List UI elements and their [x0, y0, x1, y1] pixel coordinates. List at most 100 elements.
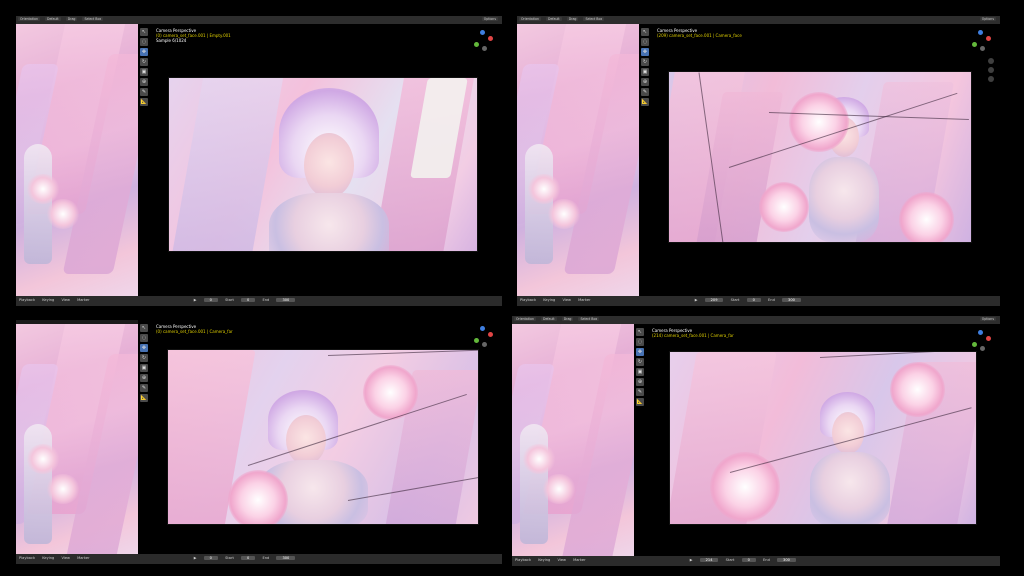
annotate-icon[interactable]: ✎ — [641, 88, 649, 96]
transform-icon[interactable]: ⊕ — [636, 378, 644, 386]
header-bar: Orientation Default Drag Select Box Opti… — [16, 16, 502, 24]
timeline-bar: Playback Keying View Marker ▶ 0 Start 0 … — [16, 554, 502, 564]
hand-icon[interactable] — [988, 67, 994, 73]
view-menu[interactable]: View — [61, 556, 70, 560]
start-field[interactable]: 0 — [746, 298, 761, 302]
options-button[interactable]: Options — [979, 17, 996, 21]
side-viewport[interactable] — [16, 24, 138, 296]
playback-menu[interactable]: Playback — [19, 298, 35, 302]
scale-icon[interactable]: ▣ — [641, 68, 649, 76]
zoom-icon[interactable] — [988, 58, 994, 64]
annotate-icon[interactable]: ✎ — [636, 388, 644, 396]
measure-icon[interactable]: 📐 — [641, 98, 649, 106]
toolbar: ↖ ◌ ✥ ↻ ▣ ⊕ ✎ 📐 — [140, 324, 149, 404]
rotate-icon[interactable]: ↻ — [140, 58, 148, 66]
camera-icon[interactable] — [988, 76, 994, 82]
camera-viewport[interactable]: ↖ ◌ ✥ ↻ ▣ ⊕ ✎ 📐 Camera Perspective (209)… — [639, 24, 1000, 296]
move-icon[interactable]: ✥ — [641, 48, 649, 56]
camera-render — [169, 78, 477, 251]
rotate-icon[interactable]: ↻ — [636, 358, 644, 366]
orientation-label: Orientation — [514, 317, 536, 321]
select-box-dropdown[interactable]: Select Box — [82, 17, 104, 21]
start-field[interactable]: 0 — [741, 558, 756, 562]
scale-icon[interactable]: ▣ — [636, 368, 644, 376]
current-frame-field[interactable]: 0 — [203, 298, 218, 302]
move-icon[interactable]: ✥ — [140, 48, 148, 56]
camera-viewport[interactable]: ↖ ◌ ✥ ↻ ▣ ⊕ ✎ 📐 Camera Perspective (214)… — [634, 324, 1000, 556]
end-field[interactable]: 300 — [782, 298, 801, 302]
select-icon[interactable]: ◌ — [140, 334, 148, 342]
right-toolbar — [988, 58, 996, 85]
select-icon[interactable]: ◌ — [140, 38, 148, 46]
blender-window-1: Orientation Default Drag Select Box Opti… — [16, 16, 502, 306]
play-icon[interactable]: ▶ — [194, 298, 197, 302]
keying-menu[interactable]: Keying — [42, 298, 54, 302]
navigation-gizmo[interactable] — [970, 330, 992, 352]
start-field[interactable]: 0 — [241, 298, 256, 302]
keying-menu[interactable]: Keying — [543, 298, 555, 302]
marker-menu[interactable]: Marker — [578, 298, 590, 302]
keying-menu[interactable]: Keying — [42, 556, 54, 560]
orientation-label: Orientation — [519, 17, 541, 21]
current-frame-field[interactable]: 209 — [704, 298, 724, 302]
keying-menu[interactable]: Keying — [538, 558, 550, 562]
end-field[interactable]: 300 — [276, 298, 296, 302]
transform-icon[interactable]: ⊕ — [140, 374, 148, 382]
play-icon[interactable]: ▶ — [194, 556, 197, 560]
scale-icon[interactable]: ▣ — [140, 68, 148, 76]
cursor-icon[interactable]: ↖ — [140, 324, 148, 332]
start-field[interactable]: 0 — [241, 556, 256, 560]
scale-icon[interactable]: ▣ — [140, 364, 148, 372]
end-field[interactable]: 300 — [777, 558, 796, 562]
end-field[interactable]: 300 — [276, 556, 296, 560]
options-button[interactable]: Options — [481, 17, 498, 21]
measure-icon[interactable]: 📐 — [636, 398, 644, 406]
marker-menu[interactable]: Marker — [573, 558, 585, 562]
play-icon[interactable]: ▶ — [695, 298, 698, 302]
side-viewport[interactable] — [16, 324, 138, 554]
transform-icon[interactable]: ⊕ — [641, 78, 649, 86]
transform-icon[interactable]: ⊕ — [140, 78, 148, 86]
orientation-dropdown[interactable]: Default — [546, 17, 562, 21]
playback-menu[interactable]: Playback — [19, 556, 35, 560]
cursor-icon[interactable]: ↖ — [140, 28, 148, 36]
measure-icon[interactable]: 📐 — [140, 394, 148, 402]
orientation-dropdown[interactable]: Default — [45, 17, 61, 21]
playback-menu[interactable]: Playback — [515, 558, 531, 562]
marker-menu[interactable]: Marker — [77, 556, 89, 560]
cursor-icon[interactable]: ↖ — [636, 328, 644, 336]
view-menu[interactable]: View — [557, 558, 566, 562]
camera-render — [168, 350, 478, 524]
select-box-dropdown[interactable]: Select Box — [578, 317, 600, 321]
annotate-icon[interactable]: ✎ — [140, 88, 148, 96]
select-icon[interactable]: ◌ — [641, 38, 649, 46]
view-menu[interactable]: View — [562, 298, 571, 302]
current-frame-field[interactable]: 0 — [203, 556, 218, 560]
move-icon[interactable]: ✥ — [636, 348, 644, 356]
current-frame-field[interactable]: 214 — [699, 558, 719, 562]
playback-menu[interactable]: Playback — [520, 298, 536, 302]
camera-viewport[interactable]: ↖ ◌ ✥ ↻ ▣ ⊕ ✎ 📐 Camera Perspective (0) c… — [138, 24, 502, 296]
options-button[interactable]: Options — [979, 317, 996, 321]
end-label: End — [262, 556, 270, 560]
rotate-icon[interactable]: ↻ — [140, 354, 148, 362]
navigation-gizmo[interactable] — [472, 326, 494, 348]
move-icon[interactable]: ✥ — [140, 344, 148, 352]
cursor-icon[interactable]: ↖ — [641, 28, 649, 36]
side-viewport[interactable] — [517, 24, 639, 296]
rotate-icon[interactable]: ↻ — [641, 58, 649, 66]
navigation-gizmo[interactable] — [970, 30, 992, 52]
play-icon[interactable]: ▶ — [690, 558, 693, 562]
select-box-dropdown[interactable]: Select Box — [583, 17, 605, 21]
camera-viewport[interactable]: ↖ ◌ ✥ ↻ ▣ ⊕ ✎ 📐 Camera Perspective (0) c… — [138, 320, 502, 554]
select-icon[interactable]: ◌ — [636, 338, 644, 346]
view-subtitle: (214) camera_set_face.001 | Camera_far — [652, 333, 734, 338]
annotate-icon[interactable]: ✎ — [140, 384, 148, 392]
toolbar: ↖ ◌ ✥ ↻ ▣ ⊕ ✎ 📐 — [641, 28, 650, 108]
marker-menu[interactable]: Marker — [77, 298, 89, 302]
side-viewport[interactable] — [512, 324, 634, 556]
orientation-dropdown[interactable]: Default — [541, 317, 557, 321]
view-menu[interactable]: View — [61, 298, 70, 302]
measure-icon[interactable]: 📐 — [140, 98, 148, 106]
navigation-gizmo[interactable] — [472, 30, 494, 52]
